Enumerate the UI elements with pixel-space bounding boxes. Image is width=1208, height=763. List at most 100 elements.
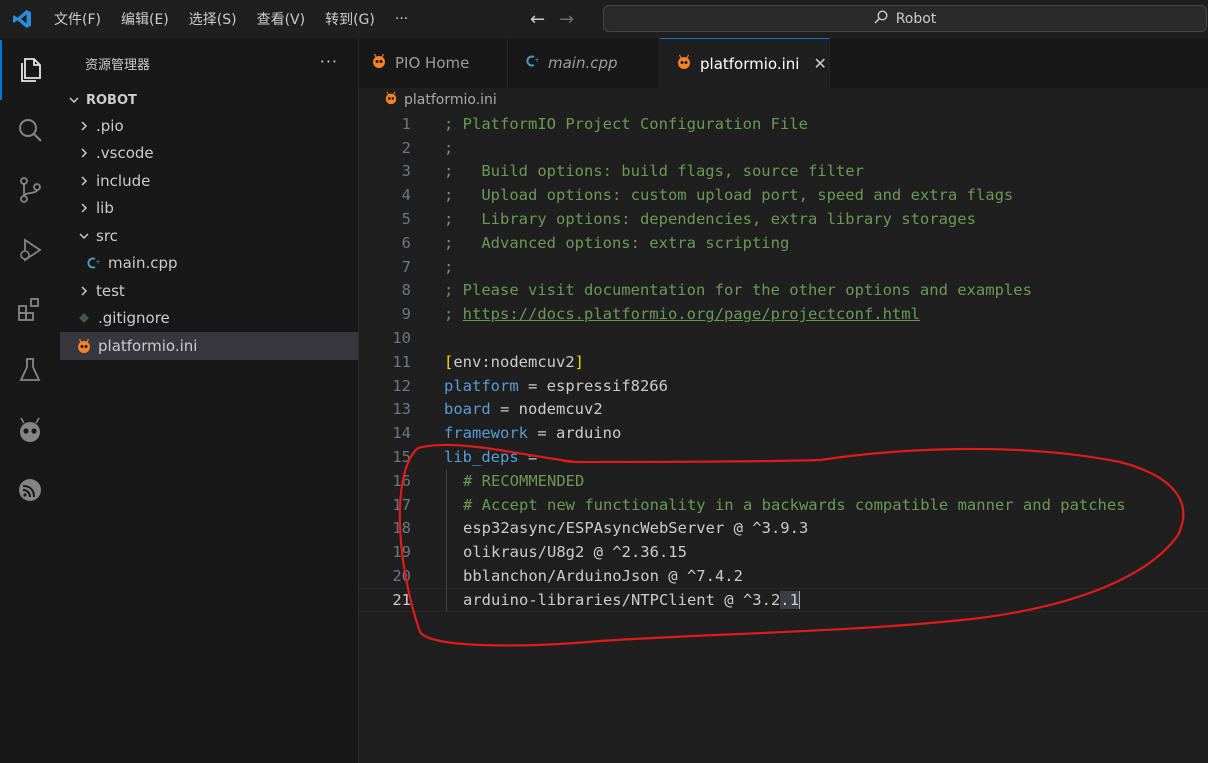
- platformio-icon[interactable]: [0, 400, 60, 460]
- line-number: 9: [401, 305, 411, 324]
- line-number: 13: [392, 400, 411, 419]
- line-number: 14: [392, 424, 411, 443]
- title-bar: 文件(F) 编辑(E) 选择(S) 查看(V) 转到(G) ··· ← → Ro…: [0, 0, 1208, 38]
- platformio-icon: [384, 91, 398, 109]
- tree-item-label: src: [96, 226, 118, 245]
- tree-item-pio[interactable]: .pio: [60, 112, 358, 140]
- tab-pio-home[interactable]: PIO Home: [359, 38, 508, 88]
- testing-icon[interactable]: [0, 340, 60, 400]
- code-line: ; Please visit documentation for the oth…: [444, 281, 1032, 300]
- config-key: lib_deps: [444, 448, 519, 467]
- line-number: 18: [392, 519, 411, 538]
- tree-item-label: platformio.ini: [98, 336, 198, 355]
- line-number: 3: [401, 162, 411, 181]
- tree-item-include[interactable]: include: [60, 167, 358, 195]
- code-editor[interactable]: 1 ; PlatformIO Project Configuration File…: [359, 112, 1208, 763]
- search-icon: [874, 9, 888, 28]
- command-center-search[interactable]: Robot: [603, 5, 1207, 32]
- line-number: 15: [392, 448, 411, 467]
- tree-item-label: main.cpp: [108, 254, 178, 273]
- folder-root[interactable]: ROBOT: [60, 88, 358, 112]
- config-key: framework: [444, 424, 528, 443]
- config-key: board: [444, 400, 491, 419]
- line-number: 10: [392, 329, 411, 348]
- selected-text: .1: [780, 590, 799, 609]
- esp-icon[interactable]: [0, 460, 60, 520]
- platformio-file-icon: [76, 338, 92, 354]
- platformio-icon: [676, 54, 692, 74]
- forward-arrow-icon[interactable]: →: [559, 9, 574, 30]
- code-line: ; PlatformIO Project Configuration File: [444, 114, 808, 133]
- line-number: 1: [401, 114, 411, 133]
- equals: =: [518, 448, 547, 467]
- tree-item-gitignore[interactable]: .gitignore: [60, 305, 358, 333]
- chevron-down-icon: [76, 230, 92, 242]
- tree-item-src[interactable]: src: [60, 222, 358, 250]
- tree-item-platformio-ini[interactable]: platformio.ini: [60, 332, 358, 360]
- cpp-file-icon: +: [86, 256, 102, 270]
- docs-link[interactable]: https://docs.platformio.org/page/project…: [463, 305, 920, 323]
- explorer-sidebar: 资源管理器 ··· ROBOT .pio .vscode include lib…: [60, 38, 359, 763]
- tree-item-vscode[interactable]: .vscode: [60, 140, 358, 168]
- tree-item-label: .pio: [96, 116, 124, 135]
- indent-guide: [446, 469, 447, 612]
- code-line: arduino-libraries/NTPClient @ ^3.2: [463, 590, 781, 609]
- search-icon[interactable]: [0, 100, 60, 160]
- tree-item-label: lib: [96, 199, 114, 218]
- config-key: platform: [444, 376, 519, 395]
- code-line: ; Build options: build flags, source fil…: [444, 162, 864, 181]
- tree-item-label: include: [96, 171, 151, 190]
- line-number: 8: [401, 281, 411, 300]
- activity-bar: [0, 38, 60, 763]
- tab-label: main.cpp: [548, 54, 618, 72]
- platformio-icon: [371, 53, 387, 73]
- code-line: ;: [444, 257, 454, 276]
- menu-view[interactable]: 查看(V): [247, 0, 316, 38]
- menu-file[interactable]: 文件(F): [44, 0, 111, 38]
- line-number: 5: [401, 210, 411, 229]
- back-arrow-icon[interactable]: ←: [530, 9, 545, 30]
- code-line: env:nodemcuv2: [453, 352, 575, 371]
- menu-more[interactable]: ···: [385, 0, 418, 38]
- equals: =: [490, 400, 519, 419]
- line-number: 16: [392, 471, 411, 490]
- link-prefix: ;: [444, 305, 463, 324]
- config-value: espressif8266: [546, 376, 668, 395]
- tree-item-main-cpp[interactable]: + main.cpp: [60, 250, 358, 278]
- vscode-logo-icon: [0, 0, 44, 38]
- git-file-icon: [76, 312, 92, 324]
- explorer-more-icon[interactable]: ···: [320, 52, 338, 71]
- bracket-close: ]: [574, 352, 585, 371]
- code-line: ; Upload options: custom upload port, sp…: [444, 186, 1014, 205]
- tree-item-lib[interactable]: lib: [60, 195, 358, 223]
- menu-go[interactable]: 转到(G): [315, 0, 385, 38]
- breadcrumb[interactable]: platformio.ini: [359, 88, 1208, 112]
- explorer-icon[interactable]: [0, 40, 60, 100]
- code-line: # RECOMMENDED: [463, 471, 585, 490]
- chevron-right-icon: [76, 147, 92, 159]
- close-icon[interactable]: ✕: [813, 54, 826, 73]
- line-number: 17: [392, 495, 411, 514]
- menu-selection[interactable]: 选择(S): [179, 0, 247, 38]
- source-control-icon[interactable]: [0, 160, 60, 220]
- menu-edit[interactable]: 编辑(E): [111, 0, 179, 38]
- chevron-right-icon: [76, 285, 92, 297]
- line-number: 12: [392, 376, 411, 395]
- line-number: 2: [401, 138, 411, 157]
- tree-item-test[interactable]: test: [60, 277, 358, 305]
- chevron-down-icon: [66, 94, 82, 106]
- search-text: Robot: [895, 10, 937, 27]
- run-debug-icon[interactable]: [0, 220, 60, 280]
- code-line: olikraus/U8g2 @ ^2.36.15: [463, 543, 687, 562]
- code-line: ; Library options: dependencies, extra l…: [444, 210, 976, 229]
- line-number: 20: [392, 567, 411, 586]
- cpp-file-icon: +: [526, 54, 540, 72]
- code-line: # Accept new functionality in a backward…: [463, 495, 1126, 514]
- extensions-icon[interactable]: [0, 280, 60, 340]
- tree-item-label: .gitignore: [98, 309, 170, 328]
- tab-main-cpp[interactable]: + main.cpp: [508, 38, 660, 88]
- chevron-right-icon: [76, 175, 92, 187]
- svg-text:+: +: [535, 57, 540, 64]
- tab-platformio-ini[interactable]: platformio.ini ✕: [660, 38, 830, 88]
- line-number: 6: [401, 233, 411, 252]
